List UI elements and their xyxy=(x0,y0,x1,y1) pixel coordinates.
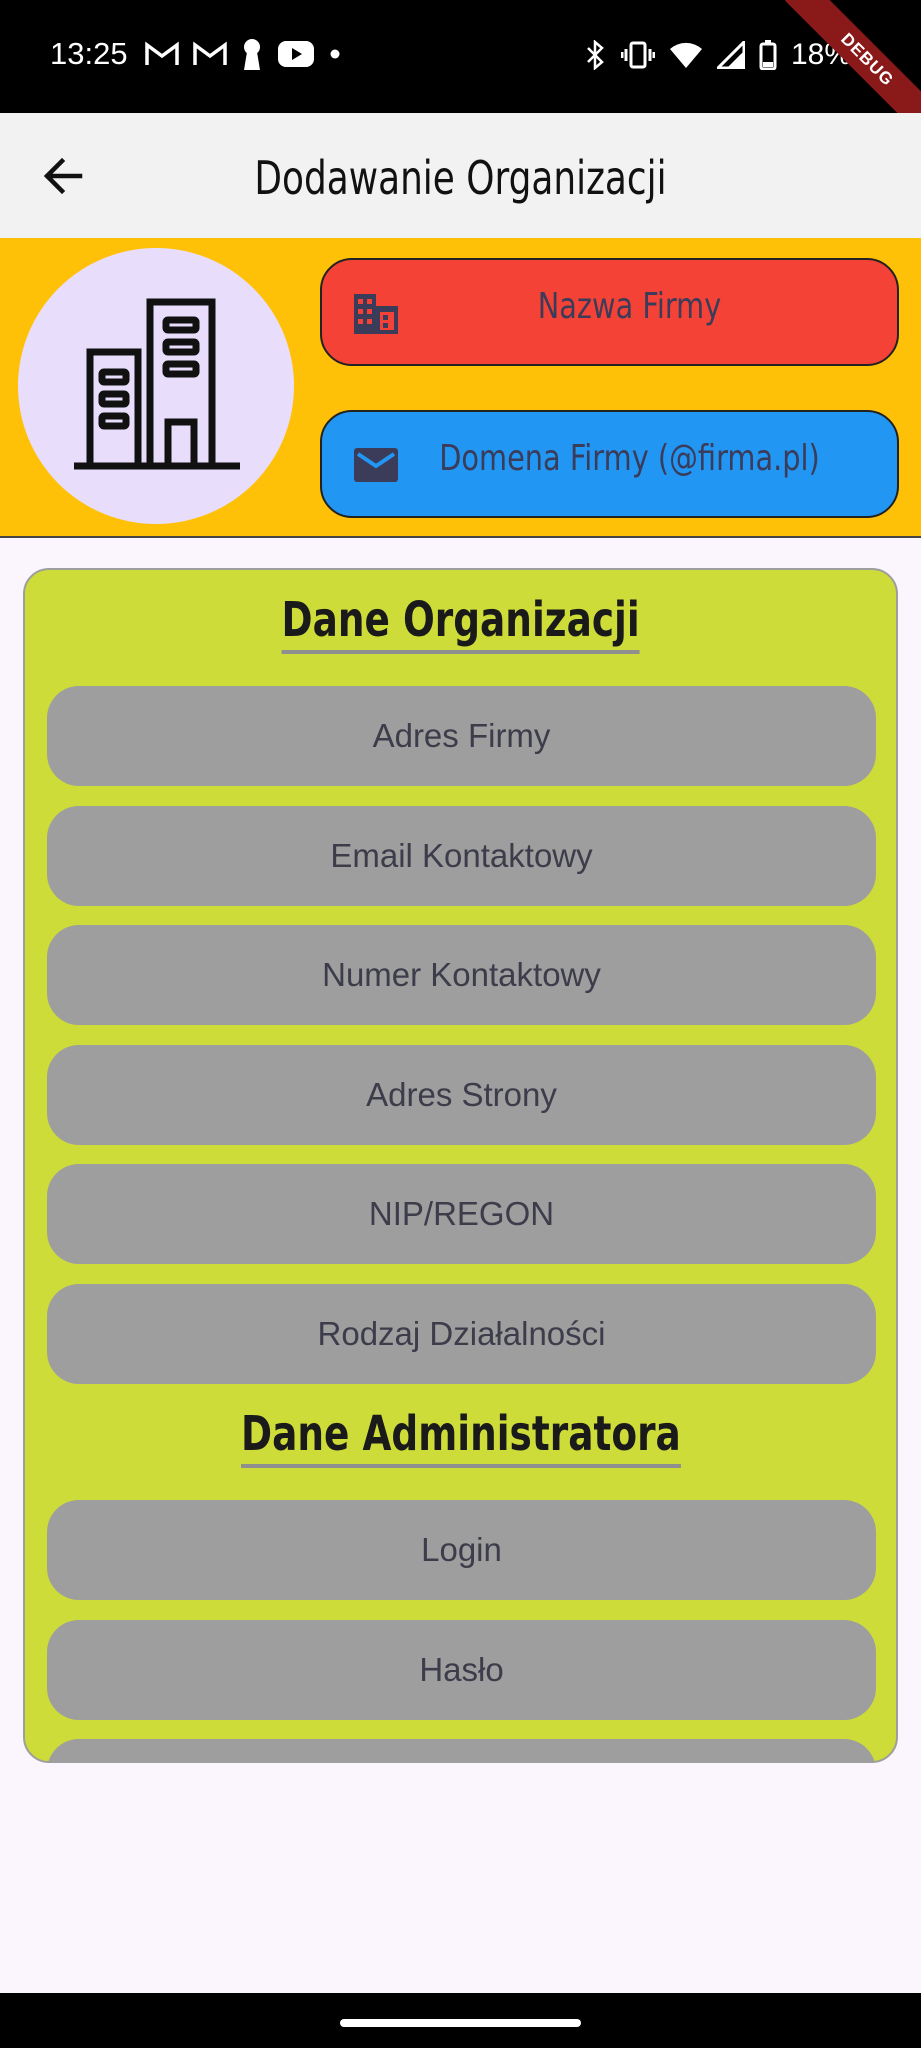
back-button[interactable] xyxy=(38,151,88,201)
website-field[interactable]: Adres Strony xyxy=(47,1045,876,1145)
partial-field[interactable] xyxy=(47,1739,876,1761)
keyhole-icon xyxy=(244,39,260,70)
navigation-bar xyxy=(0,1993,921,2048)
contact-email-field[interactable]: Email Kontaktowy xyxy=(47,806,876,906)
status-time: 13:25 xyxy=(50,36,128,71)
password-field[interactable]: Hasło xyxy=(47,1620,876,1720)
email-icon xyxy=(354,448,398,482)
vibrate-icon xyxy=(620,41,655,69)
org-section-title: Dane Organizacji xyxy=(25,592,896,654)
notification-icons xyxy=(145,38,341,70)
company-domain-input[interactable]: Domena Firmy (@firma.pl) xyxy=(320,410,899,518)
organization-header: Nazwa Firmy Domena Firmy (@firma.pl) xyxy=(0,238,921,538)
contact-number-field[interactable]: Numer Kontaktowy xyxy=(47,925,876,1025)
system-icons: 18% xyxy=(583,38,851,72)
wifi-icon xyxy=(669,42,702,68)
business-type-field[interactable]: Rodzaj Działalności xyxy=(47,1284,876,1384)
youtube-icon xyxy=(278,41,314,67)
organization-avatar[interactable] xyxy=(18,248,294,524)
domain-icon xyxy=(354,294,398,334)
bluetooth-icon xyxy=(587,40,604,70)
form-card: Dane Organizacji Adres Firmy Email Konta… xyxy=(23,568,898,1763)
building-icon xyxy=(74,298,240,470)
page-title: Dodawanie Organizacji xyxy=(254,151,667,205)
gmail-icon xyxy=(193,41,227,65)
admin-section-title: Dane Administratora xyxy=(25,1406,896,1468)
arrow-left-icon xyxy=(43,157,83,195)
company-name-placeholder: Nazwa Firmy xyxy=(537,286,722,327)
home-indicator[interactable] xyxy=(340,2019,581,2027)
app-bar: Dodawanie Organizacji xyxy=(0,113,921,238)
status-bar: 13:25 18% DEBUG xyxy=(0,0,921,143)
dot-icon xyxy=(330,49,340,59)
company-name-input[interactable]: Nazwa Firmy xyxy=(320,258,899,366)
address-field[interactable]: Adres Firmy xyxy=(47,686,876,786)
battery-icon xyxy=(759,40,777,70)
company-domain-placeholder: Domena Firmy (@firma.pl) xyxy=(439,438,820,479)
nip-regon-field[interactable]: NIP/REGON xyxy=(47,1164,876,1264)
admin-section-title-text: Dane Administratora xyxy=(240,1406,681,1468)
org-section-title-text: Dane Organizacji xyxy=(281,592,640,654)
gmail-icon xyxy=(145,41,179,65)
login-field[interactable]: Login xyxy=(47,1500,876,1600)
signal-icon xyxy=(716,41,745,69)
